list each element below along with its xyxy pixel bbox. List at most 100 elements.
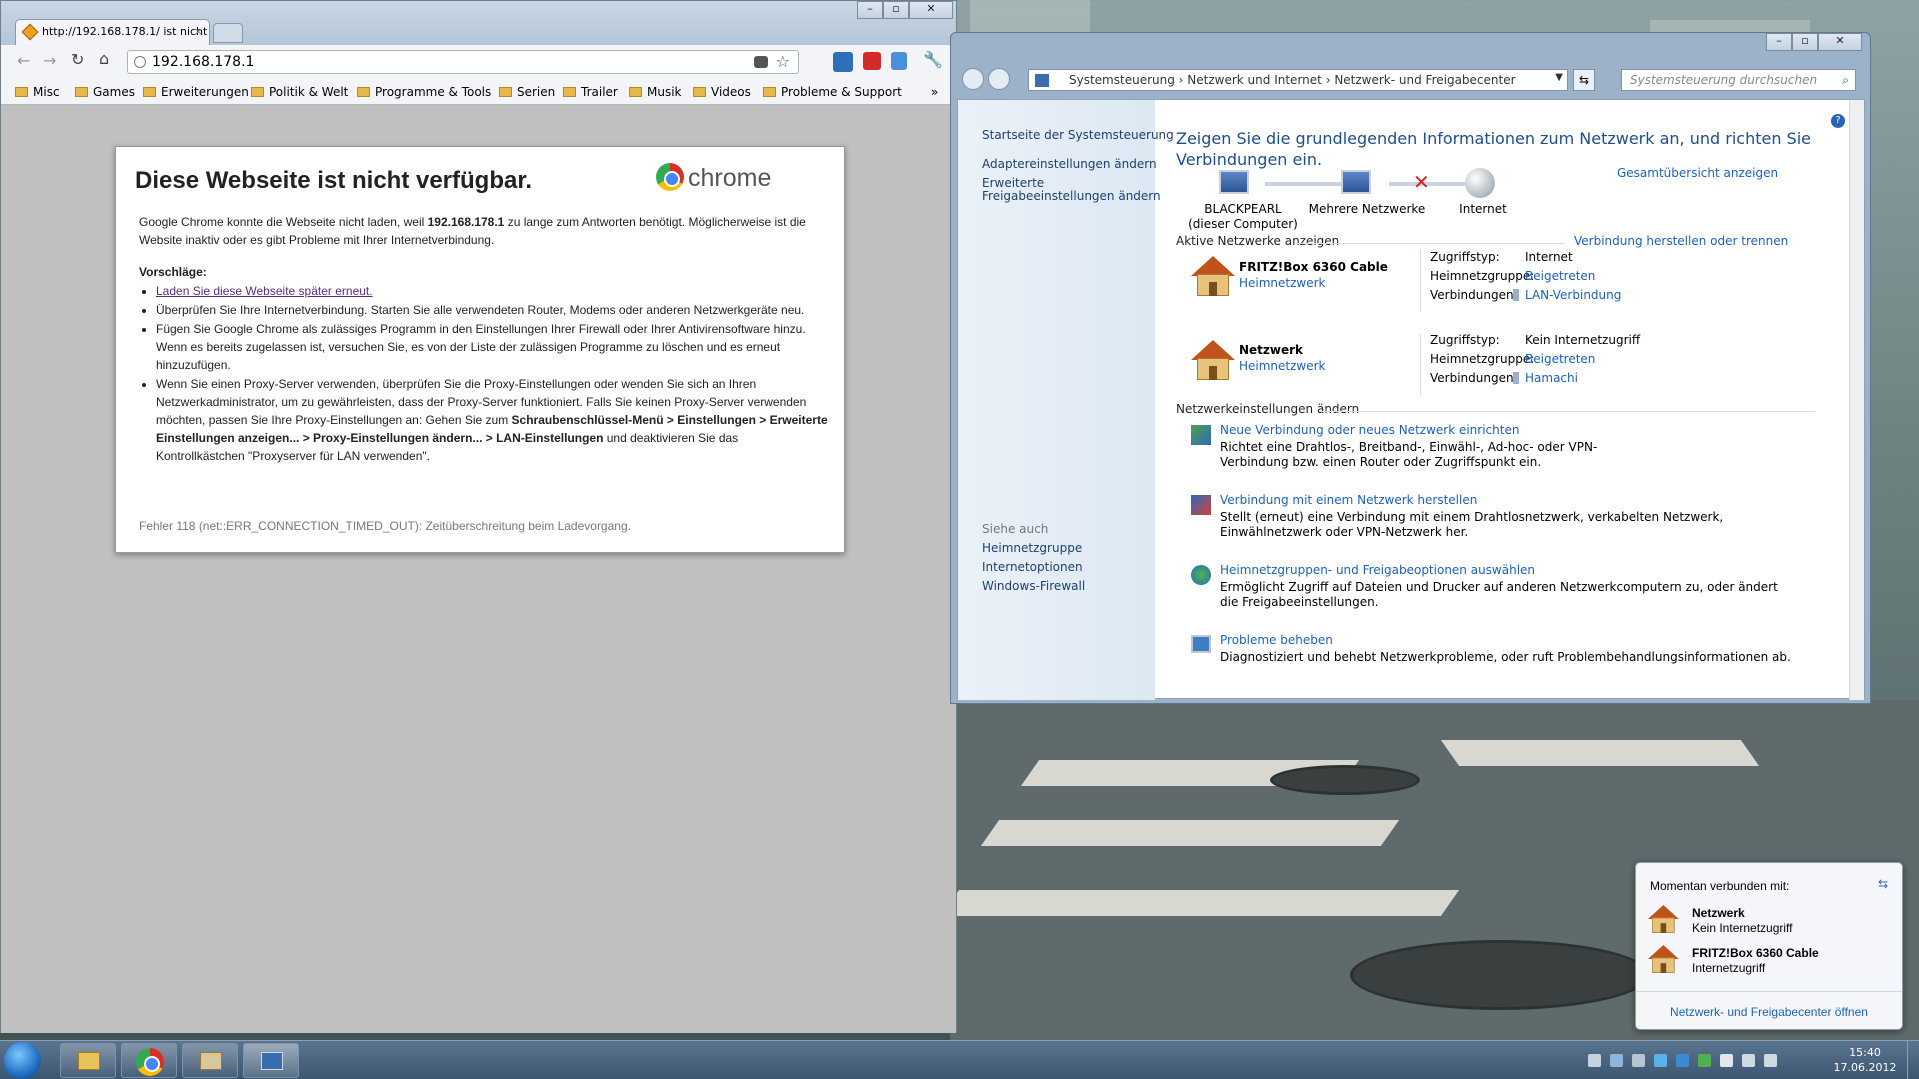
folder-icon: [200, 1052, 222, 1070]
cp-back-icon[interactable]: [962, 68, 984, 90]
error-box: Diese Webseite ist nicht verfügbar. chro…: [115, 146, 845, 553]
homegroup-link[interactable]: Beigetreten: [1525, 269, 1595, 283]
link-cp-home[interactable]: Startseite der Systemsteuerung: [982, 128, 1174, 142]
bookmark-trailer[interactable]: Trailer: [563, 85, 618, 99]
home-network-icon: [1191, 256, 1235, 296]
show-desktop-button[interactable]: [1907, 1041, 1919, 1079]
cp-scrollbar[interactable]: [1849, 100, 1864, 700]
bookmark-programme[interactable]: Programme & Tools: [357, 85, 491, 99]
taskbar-network-center[interactable]: [243, 1043, 299, 1078]
clock[interactable]: 15:40 17.06.2012: [1826, 1045, 1904, 1075]
extension-icon[interactable]: [891, 52, 907, 70]
link-connect-disconnect[interactable]: Verbindung herstellen oder trennen: [1574, 234, 1788, 248]
breadcrumb-netzwerk[interactable]: Netzwerk und Internet: [1187, 73, 1322, 87]
bookmark-politik[interactable]: Politik & Welt: [251, 85, 348, 99]
cp-minimize-button[interactable]: –: [1766, 33, 1792, 51]
page-info-icon[interactable]: [134, 56, 146, 68]
homegroup-label: Heimnetzgruppe:: [1430, 352, 1535, 366]
taskbar-chrome[interactable]: [121, 1043, 177, 1078]
breadcrumb-systemsteuerung[interactable]: Systemsteuerung: [1069, 73, 1175, 87]
network-type-link[interactable]: Heimnetzwerk: [1239, 276, 1326, 290]
chevron-down-icon[interactable]: ▼: [1555, 72, 1563, 83]
flyout-network-status: Kein Internetzugriff: [1692, 921, 1793, 935]
reload-link[interactable]: Laden Sie diese Webseite später erneut.: [156, 284, 373, 298]
refresh-icon[interactable]: ⇆: [1878, 877, 1888, 891]
translate-icon[interactable]: [754, 56, 768, 68]
taskbar-explorer[interactable]: [60, 1043, 116, 1078]
cp-close-button[interactable]: ✕: [1818, 33, 1862, 51]
refresh-icon[interactable]: ⇆: [1573, 69, 1595, 91]
tray-icon[interactable]: [1654, 1054, 1667, 1067]
c-extension-icon[interactable]: [863, 52, 881, 70]
bookmark-erweiterungen[interactable]: Erweiterungen: [143, 85, 249, 99]
home-icon[interactable]: ⌂: [99, 49, 109, 68]
bookmarks-bar: Misc Games Erweiterungen Politik & Welt …: [1, 79, 956, 105]
task-link[interactable]: Neue Verbindung oder neues Netzwerk einr…: [1220, 423, 1519, 437]
breadcrumb-center[interactable]: Netzwerk- und Freigabecenter: [1334, 73, 1515, 87]
search-icon[interactable]: ⌕: [1842, 73, 1849, 88]
cp-address-bar[interactable]: Systemsteuerung › Netzwerk und Internet …: [1028, 69, 1568, 91]
link-sharing-settings-2[interactable]: Freigabeeinstellungen ändern: [982, 189, 1161, 203]
cp-maximize-button[interactable]: ▫: [1792, 33, 1818, 51]
divider: [1295, 243, 1565, 244]
link-firewall[interactable]: Windows-Firewall: [982, 579, 1085, 593]
bookmark-probleme[interactable]: Probleme & Support: [763, 85, 902, 99]
cp-forward-icon[interactable]: [988, 68, 1010, 90]
task-link[interactable]: Heimnetzgruppen- und Freigabeoptionen au…: [1220, 563, 1535, 577]
taskbar-control-panel-folder[interactable]: [182, 1043, 238, 1078]
folder-icon: [563, 87, 576, 97]
flyout-network-item[interactable]: Netzwerk Kein Internetzugriff: [1648, 903, 1892, 939]
volume-icon[interactable]: [1764, 1054, 1777, 1067]
tray-icon[interactable]: [1588, 1054, 1601, 1067]
folder-icon: [763, 87, 776, 97]
flyout-network-item[interactable]: FRITZ!Box 6360 Cable Internetzugriff: [1648, 943, 1892, 979]
wrench-icon[interactable]: 🔧: [923, 50, 943, 69]
folder-icon: [75, 87, 88, 97]
close-button[interactable]: ✕: [909, 1, 953, 19]
start-button[interactable]: [4, 1042, 41, 1079]
active-networks-heading: Aktive Netzwerke anzeigen: [1176, 234, 1340, 248]
link-internet-options[interactable]: Internetoptionen: [982, 560, 1083, 574]
tray-icon[interactable]: [1698, 1054, 1711, 1067]
connection-link[interactable]: Hamachi: [1525, 371, 1578, 385]
new-tab-button[interactable]: [213, 23, 243, 43]
ipa-extension-icon[interactable]: [833, 52, 853, 72]
minimize-button[interactable]: –: [857, 1, 883, 19]
omnibox[interactable]: 192.168.178.1 ☆: [127, 50, 799, 74]
task-desc: Richtet eine Drahtlos-, Breitband-, Einw…: [1220, 440, 1598, 469]
maximize-button[interactable]: ▫: [883, 1, 909, 19]
reload-icon[interactable]: ↻: [71, 50, 84, 69]
back-icon[interactable]: ←: [17, 51, 30, 70]
cp-search-input[interactable]: Systemsteuerung durchsuchen ⌕: [1621, 69, 1856, 91]
bookmark-misc[interactable]: Misc: [15, 85, 60, 99]
change-settings-heading: Netzwerkeinstellungen ändern: [1176, 402, 1360, 416]
link-adapter-settings[interactable]: Adaptereinstellungen ändern: [982, 157, 1157, 171]
chrome-logo-icon: [656, 163, 684, 191]
link-homegroup[interactable]: Heimnetzgruppe: [982, 541, 1082, 555]
tray-icon[interactable]: [1676, 1054, 1689, 1067]
bookmark-serien[interactable]: Serien: [499, 85, 555, 99]
flag-icon[interactable]: [1720, 1054, 1733, 1067]
homegroup-link[interactable]: Beigetreten: [1525, 352, 1595, 366]
link-full-map[interactable]: Gesamtübersicht anzeigen: [1617, 166, 1778, 180]
tab-error-page[interactable]: http://192.168.178.1/ ist nicht ×: [15, 19, 210, 45]
task-link[interactable]: Verbindung mit einem Netzwerk herstellen: [1220, 493, 1477, 507]
open-network-center-link[interactable]: Netzwerk- und Freigabecenter öffnen: [1636, 1005, 1902, 1019]
star-icon[interactable]: ☆: [776, 52, 790, 71]
link-sharing-settings-1[interactable]: Erweiterte: [982, 176, 1044, 190]
forward-icon[interactable]: →: [43, 51, 56, 70]
task-link[interactable]: Probleme beheben: [1220, 633, 1333, 647]
network-type-link[interactable]: Heimnetzwerk: [1239, 359, 1326, 373]
connection-link[interactable]: LAN-Verbindung: [1525, 288, 1621, 302]
bookmark-musik[interactable]: Musik: [629, 85, 682, 99]
bookmarks-overflow[interactable]: »: [931, 85, 938, 99]
network-tray-icon[interactable]: [1742, 1054, 1755, 1067]
folder-icon: [15, 87, 28, 97]
help-icon[interactable]: ?: [1831, 114, 1845, 128]
bookmark-games[interactable]: Games: [75, 85, 135, 99]
tab-close-icon[interactable]: ×: [194, 25, 203, 38]
network-flyout: Momentan verbunden mit: ⇆ Netzwerk Kein …: [1635, 862, 1903, 1030]
tray-icon[interactable]: [1610, 1054, 1623, 1067]
tray-icon[interactable]: [1632, 1054, 1645, 1067]
bookmark-videos[interactable]: Videos: [693, 85, 751, 99]
